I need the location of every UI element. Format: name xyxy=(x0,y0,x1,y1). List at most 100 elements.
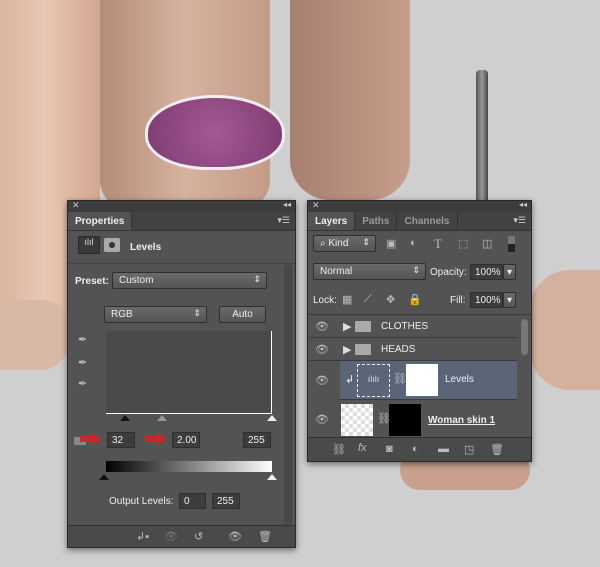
link-layers-icon[interactable]: ⛓ xyxy=(332,443,346,456)
link-icon[interactable]: ⛓ xyxy=(393,372,407,385)
panel-menu-icon[interactable]: ▾☰ xyxy=(513,215,526,226)
lock-all-icon[interactable]: 🔒 xyxy=(408,293,422,306)
clip-to-layer-icon[interactable]: ↲▪ xyxy=(136,530,149,543)
white-point-eyedropper-icon[interactable]: ✒ xyxy=(78,377,87,390)
fill-field[interactable]: 100% xyxy=(470,292,503,308)
blend-mode-dropdown[interactable]: Normal ⇕ xyxy=(313,263,426,280)
lock-transparency-icon[interactable]: ▦ xyxy=(342,293,352,306)
output-white-slider[interactable] xyxy=(267,474,277,480)
close-icon[interactable]: ✕ xyxy=(72,200,80,211)
visibility-eye-icon[interactable]: 👁 xyxy=(315,374,329,387)
layer-row-levels[interactable]: 👁 ↲ ılılı ⛓ Levels xyxy=(315,361,517,400)
output-black-slider[interactable] xyxy=(99,474,109,480)
filter-kind-dropdown[interactable]: ⌕ Kind ⇕ xyxy=(313,235,376,252)
channel-value: RGB xyxy=(111,309,133,320)
histogram xyxy=(106,331,272,414)
folder-icon xyxy=(355,344,371,355)
input-gamma-field[interactable]: 2.00 xyxy=(172,432,200,448)
output-white-field[interactable]: 255 xyxy=(212,493,240,509)
lock-image-icon[interactable]: ⟋ xyxy=(364,293,372,306)
levels-thumbnail: ılılı xyxy=(357,364,390,397)
tab-properties[interactable]: Properties xyxy=(68,212,133,230)
preset-dropdown[interactable]: Custom ⇕ xyxy=(112,272,267,289)
delete-icon[interactable]: 🗑 xyxy=(258,530,272,543)
mask-thumbnail xyxy=(389,404,421,436)
preset-value: Custom xyxy=(119,275,154,286)
scrollbar[interactable] xyxy=(284,265,292,525)
layer-name: Woman skin 1 xyxy=(428,415,496,426)
collapse-icon[interactable]: ◂◂ xyxy=(283,200,291,209)
input-white-slider[interactable] xyxy=(267,415,277,421)
arm-left xyxy=(0,300,70,370)
layer-name: CLOTHES xyxy=(381,321,429,332)
mask-thumbnail xyxy=(406,364,438,396)
visibility-eye-icon[interactable]: 👁 xyxy=(315,343,329,356)
gray-point-eyedropper-icon[interactable]: ✒ xyxy=(78,356,87,369)
red-arrow-annotation xyxy=(80,433,102,445)
bottom-toolbar: ↲▪ 👁 ↺ 👁 🗑 xyxy=(68,525,295,547)
panel-menu-icon[interactable]: ▾☰ xyxy=(277,215,290,226)
lock-label: Lock: xyxy=(313,295,337,306)
visibility-eye-icon[interactable]: 👁 xyxy=(315,320,329,333)
arm-far-right xyxy=(530,270,600,390)
output-gradient xyxy=(106,461,272,472)
collapse-icon[interactable]: ◂◂ xyxy=(519,200,527,209)
auto-button[interactable]: Auto xyxy=(219,306,266,323)
blend-mode-value: Normal xyxy=(320,266,353,277)
input-gamma-slider[interactable] xyxy=(157,415,167,421)
pixel-filter-icon[interactable]: ▣ xyxy=(386,237,396,250)
panel-header: ✕ ◂◂ xyxy=(308,200,531,212)
black-point-eyedropper-icon[interactable]: ✒ xyxy=(78,333,87,346)
clipping-arrow-icon: ↲ xyxy=(345,374,355,386)
mask-icon[interactable] xyxy=(104,238,120,252)
opacity-field[interactable]: 100% xyxy=(470,264,503,280)
input-black-field[interactable]: 32 xyxy=(107,432,135,448)
output-black-field[interactable]: 0 xyxy=(179,493,206,509)
layer-row-woman-skin[interactable]: 👁 ⛓ Woman skin 1 xyxy=(309,401,517,438)
levels-adjustment-icon[interactable]: ılıl xyxy=(78,236,100,254)
input-white-field[interactable]: 255 xyxy=(243,432,271,448)
red-arrow-annotation xyxy=(145,433,167,445)
reset-icon[interactable]: ↺ xyxy=(194,530,203,543)
delete-icon[interactable]: 🗑 xyxy=(490,443,504,456)
close-icon[interactable]: ✕ xyxy=(312,200,320,211)
new-layer-icon[interactable]: ◳ xyxy=(464,443,474,456)
view-previous-state-icon[interactable]: 👁 xyxy=(164,530,178,543)
output-levels-label: Output Levels: xyxy=(109,496,174,507)
visibility-icon[interactable]: 👁 xyxy=(228,530,242,543)
tab-layers[interactable]: Layers xyxy=(308,212,356,230)
shape-filter-icon[interactable]: ⬚ xyxy=(458,237,468,250)
layer-row-clothes[interactable]: 👁 ▶ CLOTHES xyxy=(309,315,517,338)
tab-channels[interactable]: Channels xyxy=(397,212,458,230)
smart-object-filter-icon[interactable]: ◫ xyxy=(482,237,492,250)
adjustment-filter-icon[interactable]: ◐ xyxy=(410,237,417,249)
fill-dropdown[interactable]: ▾ xyxy=(503,292,516,308)
tab-paths[interactable]: Paths xyxy=(355,212,398,230)
layers-scrollbar[interactable] xyxy=(521,319,528,355)
type-filter-icon[interactable]: T xyxy=(434,236,442,252)
adjustment-title: Levels xyxy=(130,242,162,253)
layer-name: HEADS xyxy=(381,344,416,355)
bottom-toolbar: ⛓ fx ◙ ◐ ▬ ◳ 🗑 xyxy=(308,437,531,461)
bikini-top xyxy=(145,95,285,170)
opacity-dropdown[interactable]: ▾ xyxy=(503,264,516,280)
layer-list: 👁 ▶ CLOTHES 👁 ▶ HEADS 👁 ↲ ılılı ⛓ Levels… xyxy=(308,314,531,438)
layer-name: Levels xyxy=(445,374,474,385)
new-adjustment-icon[interactable]: ◐ xyxy=(412,443,419,455)
channel-dropdown[interactable]: RGB ⇕ xyxy=(104,306,207,323)
opacity-label: Opacity: xyxy=(430,267,467,278)
fx-icon[interactable]: fx xyxy=(358,442,367,454)
layer-row-heads[interactable]: 👁 ▶ HEADS xyxy=(309,338,517,361)
properties-panel: ✕ ◂◂ Properties ▾☰ ılıl Levels Preset: Cus… xyxy=(67,200,296,548)
expand-triangle-icon[interactable]: ▶ xyxy=(343,343,351,356)
new-group-icon[interactable]: ▬ xyxy=(438,443,449,455)
folder-icon xyxy=(355,321,371,332)
lock-position-icon[interactable]: ✥ xyxy=(386,293,395,306)
layers-panel: ✕ ◂◂ Layers Paths Channels ▾☰ ⌕ Kind ⇕ ▣ ◐… xyxy=(307,200,532,462)
filter-toggle[interactable] xyxy=(508,236,515,252)
preset-label: Preset: xyxy=(75,276,109,287)
expand-triangle-icon[interactable]: ▶ xyxy=(343,320,351,333)
add-mask-icon[interactable]: ◙ xyxy=(386,443,393,455)
visibility-eye-icon[interactable]: 👁 xyxy=(315,413,329,426)
input-black-slider[interactable] xyxy=(120,415,130,421)
